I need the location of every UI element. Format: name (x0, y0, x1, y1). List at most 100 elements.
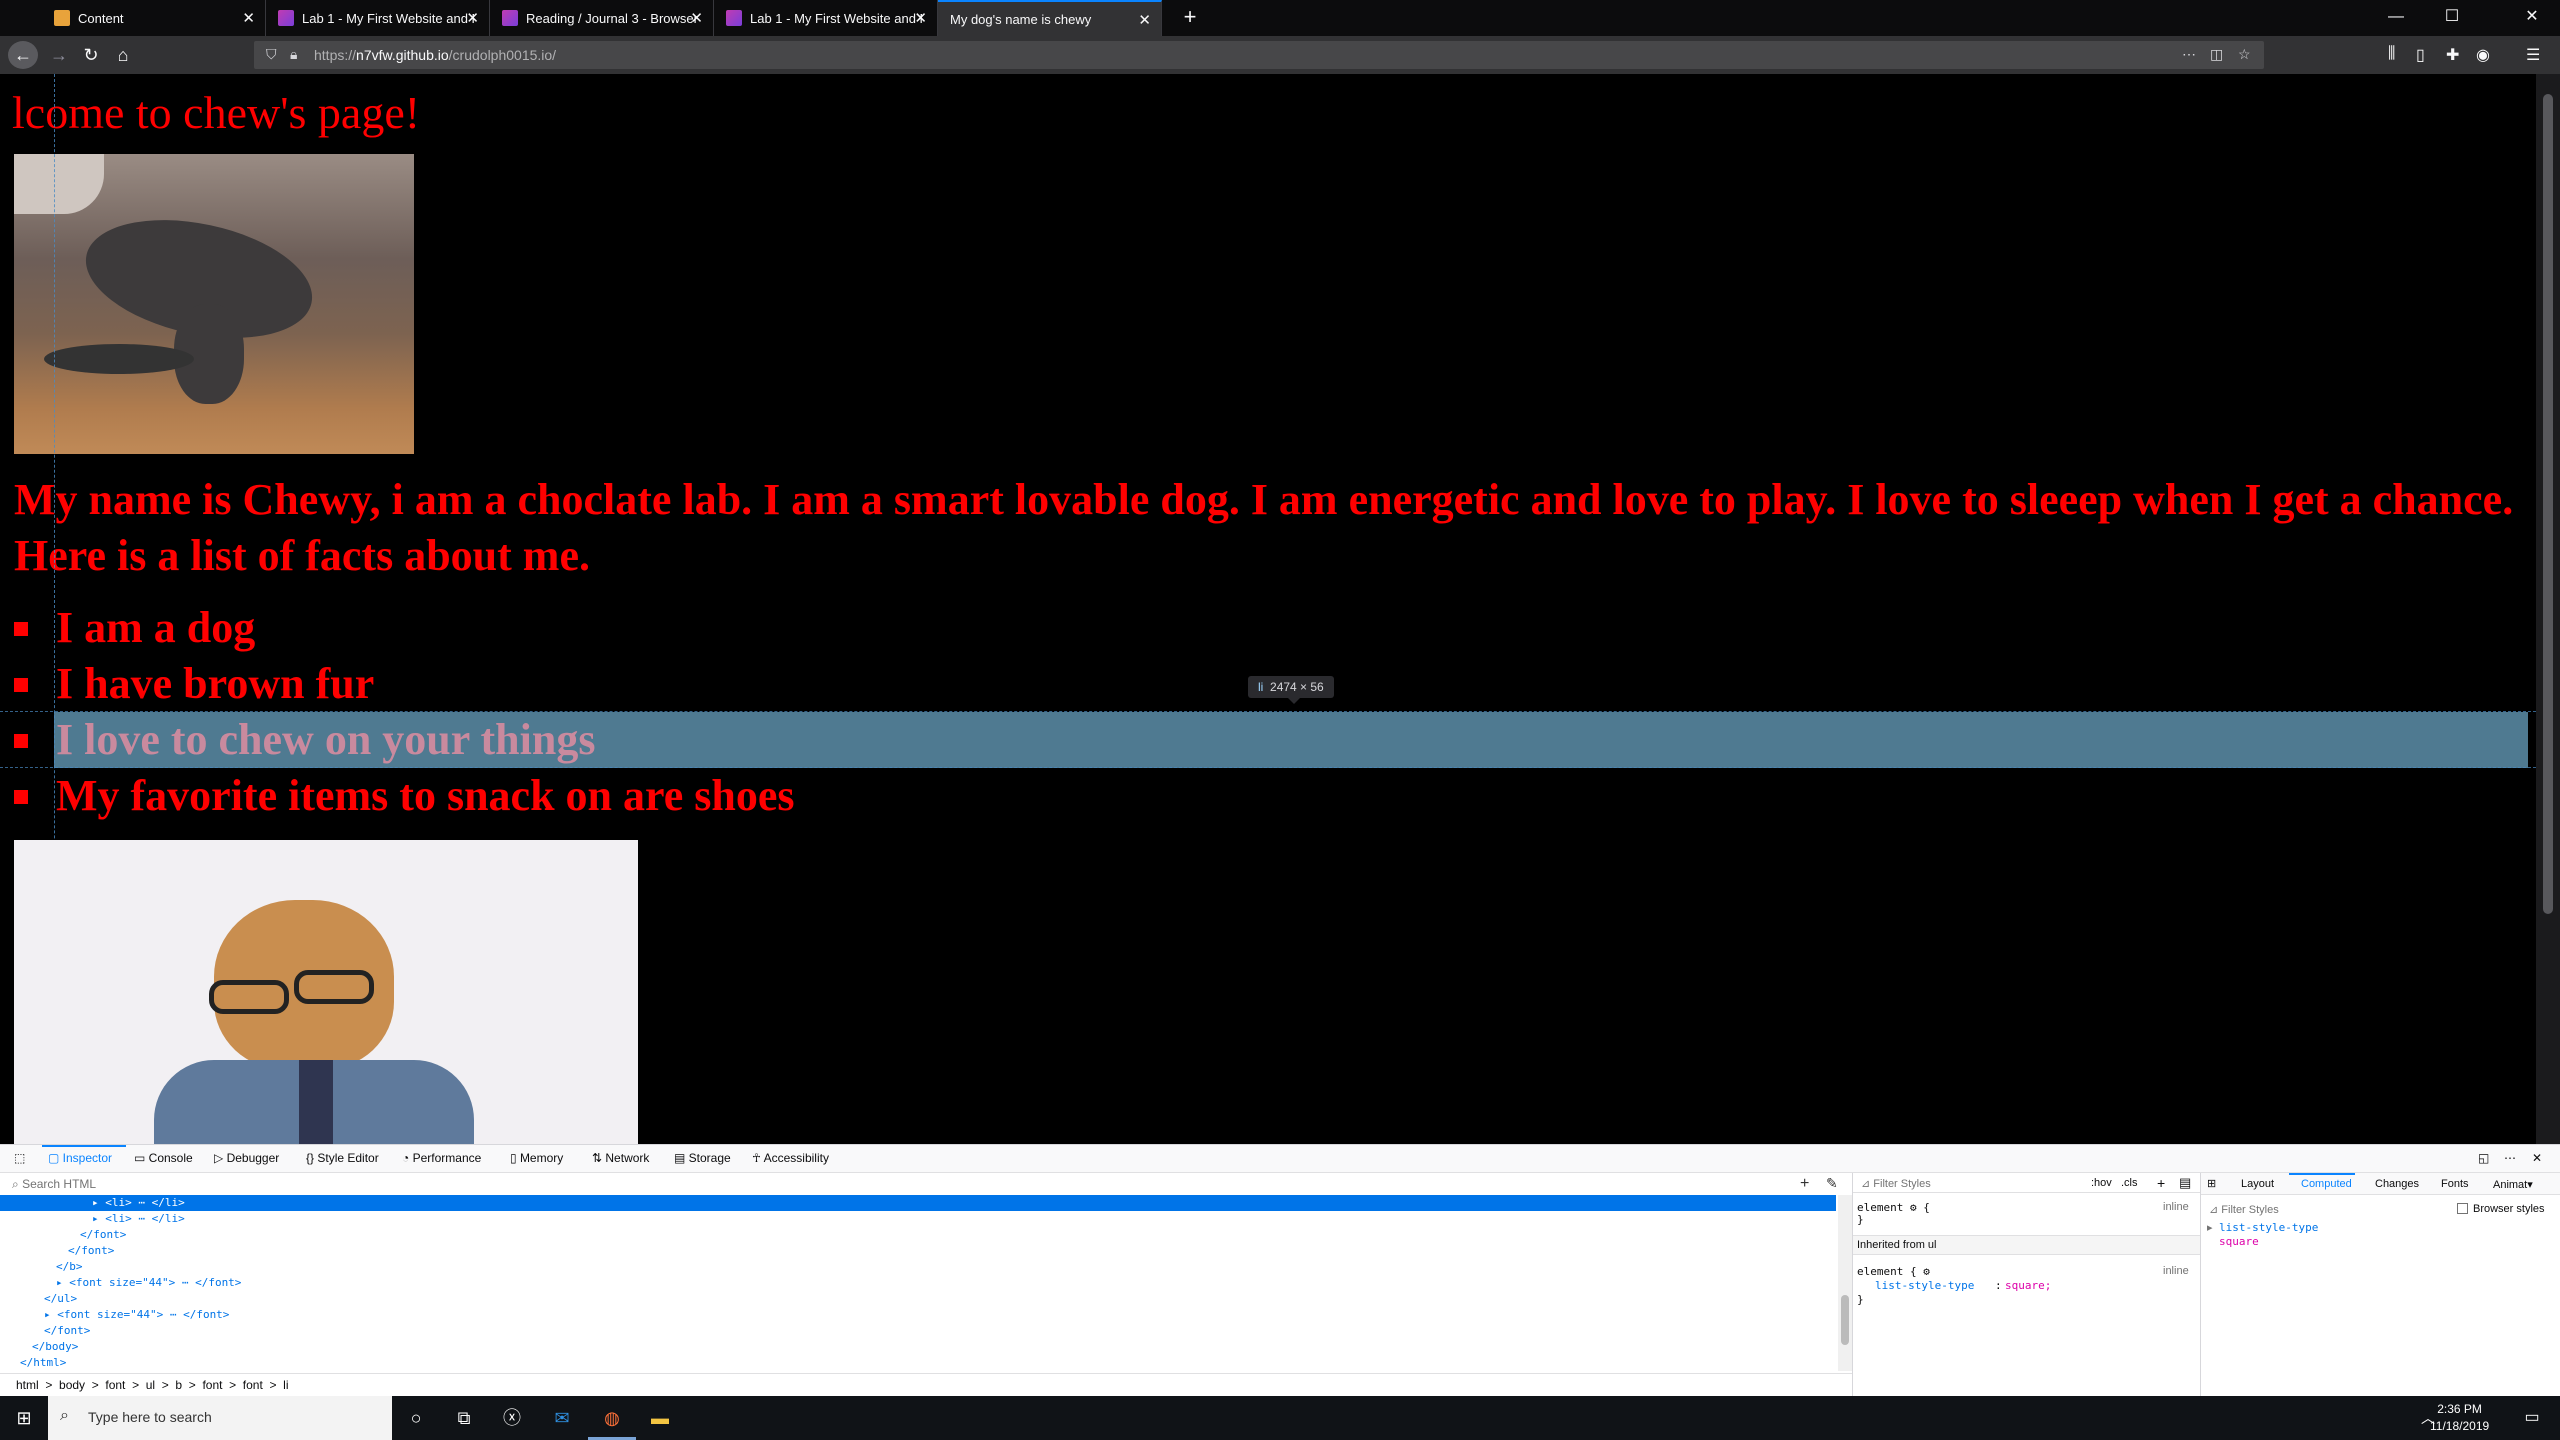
close-window-button[interactable]: ✕ (2504, 0, 2560, 36)
markup-node[interactable]: </font> (0, 1227, 1836, 1243)
taskbar-clock[interactable]: 2:36 PM 11/18/2019 (2430, 1401, 2489, 1435)
back-arrow-icon[interactable]: ← (8, 41, 38, 69)
bookmark-star-icon[interactable]: ☆ (2238, 46, 2251, 63)
devtools-options-icon[interactable]: ⋯ (2504, 1151, 2516, 1165)
tab-animations[interactable]: Animat▾ (2493, 1178, 2533, 1191)
taskbar-search-box[interactable]: ⌕ Type here to search (48, 1396, 392, 1440)
tab-reading-journal[interactable]: Reading / Journal 3 - Browser Insp ✕ (490, 0, 714, 36)
layout-view-icon[interactable]: ⊞ (2207, 1177, 2216, 1190)
list-item-highlighted: I love to chew on your things (0, 712, 2536, 768)
maximize-button[interactable]: ☐ (2424, 0, 2480, 36)
cortana-icon[interactable]: ○ (392, 1396, 440, 1440)
menu-icon[interactable]: ☰ (2526, 45, 2540, 65)
tab-inspector[interactable]: ▢ Inspector (48, 1151, 112, 1165)
content-favicon-icon (54, 10, 70, 26)
markup-node[interactable]: </ul> (0, 1291, 1836, 1307)
tab-content[interactable]: Content ✕ (42, 0, 266, 36)
url-text[interactable]: https://n7vfw.github.io/crudolph0015.io/ (314, 47, 556, 63)
file-explorer-icon[interactable]: ▬ (636, 1396, 684, 1440)
tab-style-editor[interactable]: {} Style Editor (306, 1151, 379, 1165)
tab-label: Lab 1 - My First Website and Page (750, 10, 922, 26)
pocket-icon[interactable]: ◫ (2210, 46, 2223, 63)
tab-label: Reading / Journal 3 - Browser Insp (526, 10, 698, 26)
tab-lab1-second[interactable]: Lab 1 - My First Website and Page ✕ (714, 0, 938, 36)
add-node-icon[interactable]: + (1800, 1175, 1809, 1193)
extensions-icon[interactable]: ✚ (2446, 45, 2459, 65)
print-media-icon[interactable]: ▤ (2179, 1175, 2191, 1191)
tab-lab1[interactable]: Lab 1 - My First Website and Page ✕ (266, 0, 490, 36)
markup-node[interactable]: </font> (0, 1243, 1836, 1259)
xbox-icon[interactable]: ⓧ (488, 1396, 536, 1440)
browser-styles-checkbox[interactable] (2457, 1203, 2468, 1214)
tab-chewy[interactable]: My dog's name is chewy ✕ (938, 0, 1162, 36)
shield-icon[interactable]: ⛉ (266, 46, 277, 63)
url-bar[interactable]: ⛉ 🔒︎ https://n7vfw.github.io/crudolph001… (254, 41, 2264, 69)
search-html-input[interactable]: ⌕ Search HTML (12, 1177, 96, 1192)
markup-node[interactable]: ▸ <li> ⋯ </li> (0, 1195, 1836, 1211)
eyedropper-icon[interactable]: ✎ (1826, 1175, 1838, 1192)
expand-arrow-icon[interactable]: ▸ (2207, 1221, 2213, 1234)
filter-styles-input[interactable]: ⊿ Filter Styles (1861, 1177, 1931, 1190)
tab-network[interactable]: ⇅ Network (592, 1151, 649, 1165)
tab-fonts[interactable]: Fonts (2441, 1178, 2469, 1190)
page-scrollbar[interactable] (2536, 74, 2560, 1144)
scrollbar-thumb[interactable] (2543, 94, 2553, 914)
rule-source[interactable]: inline (2163, 1265, 2189, 1277)
markup-node[interactable]: </font> (0, 1323, 1836, 1339)
tab-memory[interactable]: ▯ Memory (510, 1151, 563, 1165)
tab-accessibility[interactable]: ☥ Accessibility (752, 1151, 829, 1165)
computed-property-name[interactable]: list-style-type (2219, 1221, 2318, 1234)
outlook-icon[interactable]: ✉ (538, 1396, 586, 1440)
close-tab-icon[interactable]: ✕ (690, 9, 703, 27)
lock-icon[interactable]: 🔒︎ (290, 46, 297, 63)
page-actions-icon[interactable]: ⋯ (2182, 46, 2196, 63)
task-view-icon[interactable]: ⧉ (440, 1396, 488, 1440)
markup-node[interactable]: </b> (0, 1259, 1836, 1275)
tab-computed[interactable]: Computed (2301, 1178, 2352, 1190)
markup-node[interactable]: </html> (0, 1355, 1836, 1371)
markup-node[interactable]: ▸ <font size="44"> ⋯ </font> (0, 1275, 1836, 1291)
minimize-button[interactable]: — (2368, 0, 2424, 36)
tab-performance[interactable]: ◔ Performance (402, 1151, 481, 1165)
dock-icon[interactable]: ◱ (2478, 1151, 2489, 1165)
markup-scrollbar[interactable] (1838, 1195, 1852, 1371)
windows-start-icon[interactable]: ⊞ (0, 1396, 48, 1440)
tab-storage[interactable]: ▤ Storage (674, 1151, 731, 1165)
markup-node[interactable]: ▸ <li> ⋯ </li> (0, 1211, 1836, 1227)
filter-styles-input[interactable]: ⊿ Filter Styles (2209, 1203, 2279, 1216)
class-toggle[interactable]: .cls (2121, 1177, 2138, 1189)
new-tab-button[interactable]: + (1176, 4, 1204, 32)
notifications-icon[interactable]: ▭ (2508, 1396, 2556, 1440)
close-tab-icon[interactable]: ✕ (242, 9, 255, 27)
inherited-header: Inherited from ul (1857, 1239, 1937, 1251)
markup-node[interactable]: </body> (0, 1339, 1836, 1355)
rule-source[interactable]: inline (2163, 1201, 2189, 1213)
hover-state-toggle[interactable]: :hov (2091, 1177, 2112, 1189)
page-content: lcome to chew's page! My name is Chewy, … (0, 74, 2536, 1144)
account-icon[interactable]: ◉ (2476, 45, 2490, 65)
sidebar-icon[interactable]: ▯ (2416, 45, 2425, 65)
tab-layout[interactable]: Layout (2241, 1178, 2274, 1190)
css-property-name[interactable]: list-style-type (1875, 1279, 1974, 1292)
markup-scrollbar-thumb[interactable] (1841, 1295, 1849, 1345)
library-icon[interactable]: ⫼ (2388, 45, 2395, 63)
forward-arrow-icon[interactable]: → (44, 41, 74, 69)
tab-debugger[interactable]: ▷ Debugger (214, 1151, 279, 1165)
close-tab-icon[interactable]: ✕ (466, 9, 479, 27)
browser-styles-label: Browser styles (2473, 1203, 2545, 1215)
close-tab-icon[interactable]: ✕ (914, 9, 927, 27)
reload-icon[interactable]: ↻ (76, 41, 106, 69)
pick-element-icon[interactable]: ⬚ (14, 1151, 25, 1165)
inspector-guide-line (0, 767, 2536, 768)
add-rule-icon[interactable]: + (2157, 1175, 2165, 1191)
tab-console[interactable]: ▭ Console (134, 1151, 193, 1165)
devtools-toolbar: ⬚ ▢ Inspector ▭ Console ▷ Debugger {} St… (0, 1145, 2560, 1173)
breadcrumb[interactable]: html > body > font > ul > b > font > fon… (0, 1373, 1852, 1397)
firefox-icon[interactable]: ◍ (588, 1396, 636, 1440)
css-property-value[interactable]: square; (2005, 1279, 2051, 1292)
tab-changes[interactable]: Changes (2375, 1178, 2419, 1190)
home-icon[interactable]: ⌂ (108, 41, 138, 69)
markup-node[interactable]: ▸ <font size="44"> ⋯ </font> (0, 1307, 1836, 1323)
close-tab-icon[interactable]: ✕ (1138, 11, 1151, 29)
close-devtools-icon[interactable]: ✕ (2532, 1151, 2542, 1165)
